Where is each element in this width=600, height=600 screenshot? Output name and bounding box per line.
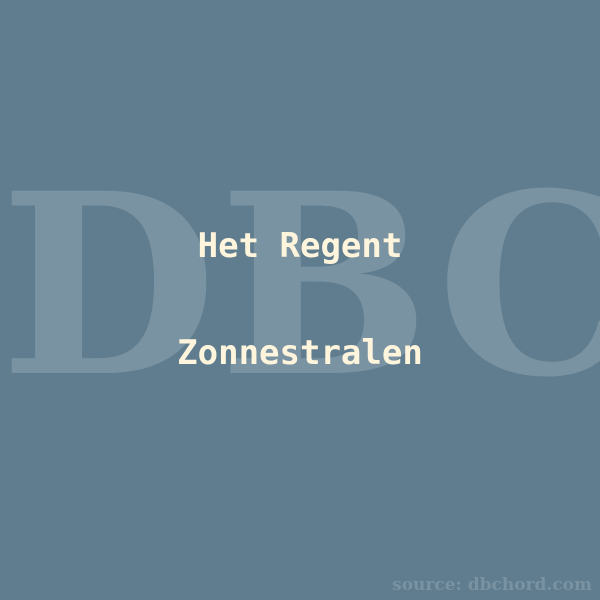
title-line-2: Zonnestralen bbox=[177, 333, 423, 373]
title-line-1: Het Regent bbox=[197, 226, 403, 266]
cover-card: DBC Het Regent Zonnestralen source: dbch… bbox=[0, 0, 600, 600]
source-credit: source: dbchord.com bbox=[392, 575, 592, 595]
